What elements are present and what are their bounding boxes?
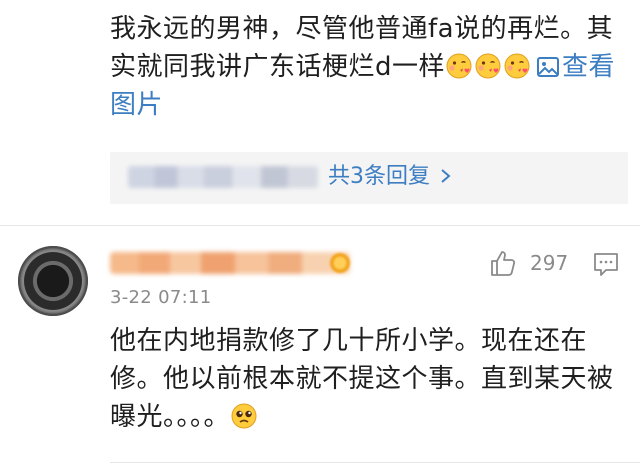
blurred-reply-preview — [128, 166, 318, 188]
comment-text: 我永远的男神，尽管他普通fa说的再烂。其实就同我讲广东话梗烂d一样 查看图片 — [110, 10, 628, 124]
kiss-emoji-icon — [474, 52, 503, 82]
timestamp: 3-22 07:11 — [110, 287, 212, 308]
replies-label: 共3条回复 — [328, 164, 430, 189]
avatar[interactable] — [18, 246, 88, 316]
replies-box[interactable]: 共3条回复 — [110, 152, 628, 204]
kiss-emoji-icon — [503, 52, 532, 82]
pleading-emoji-icon — [230, 402, 259, 432]
divider — [0, 225, 640, 226]
like-count: 297 — [530, 251, 569, 275]
user-badge-icon — [330, 253, 350, 273]
comment-reply-icon[interactable] — [592, 250, 620, 278]
divider — [110, 462, 640, 463]
chevron-right-icon — [441, 169, 451, 183]
comment-body: 他在内地捐款修了几十所小学。现在还在修。他以前根本就不提这个事。直到某天被曝光。… — [110, 326, 614, 432]
replies-count-link[interactable]: 共3条回复 — [328, 161, 452, 193]
thumbs-up-icon[interactable] — [488, 248, 518, 278]
image-icon — [537, 57, 560, 77]
kiss-emoji-icon — [445, 52, 474, 82]
blurred-username[interactable] — [110, 252, 350, 274]
comment-text: 他在内地捐款修了几十所小学。现在还在修。他以前根本就不提这个事。直到某天被曝光。… — [110, 322, 628, 436]
